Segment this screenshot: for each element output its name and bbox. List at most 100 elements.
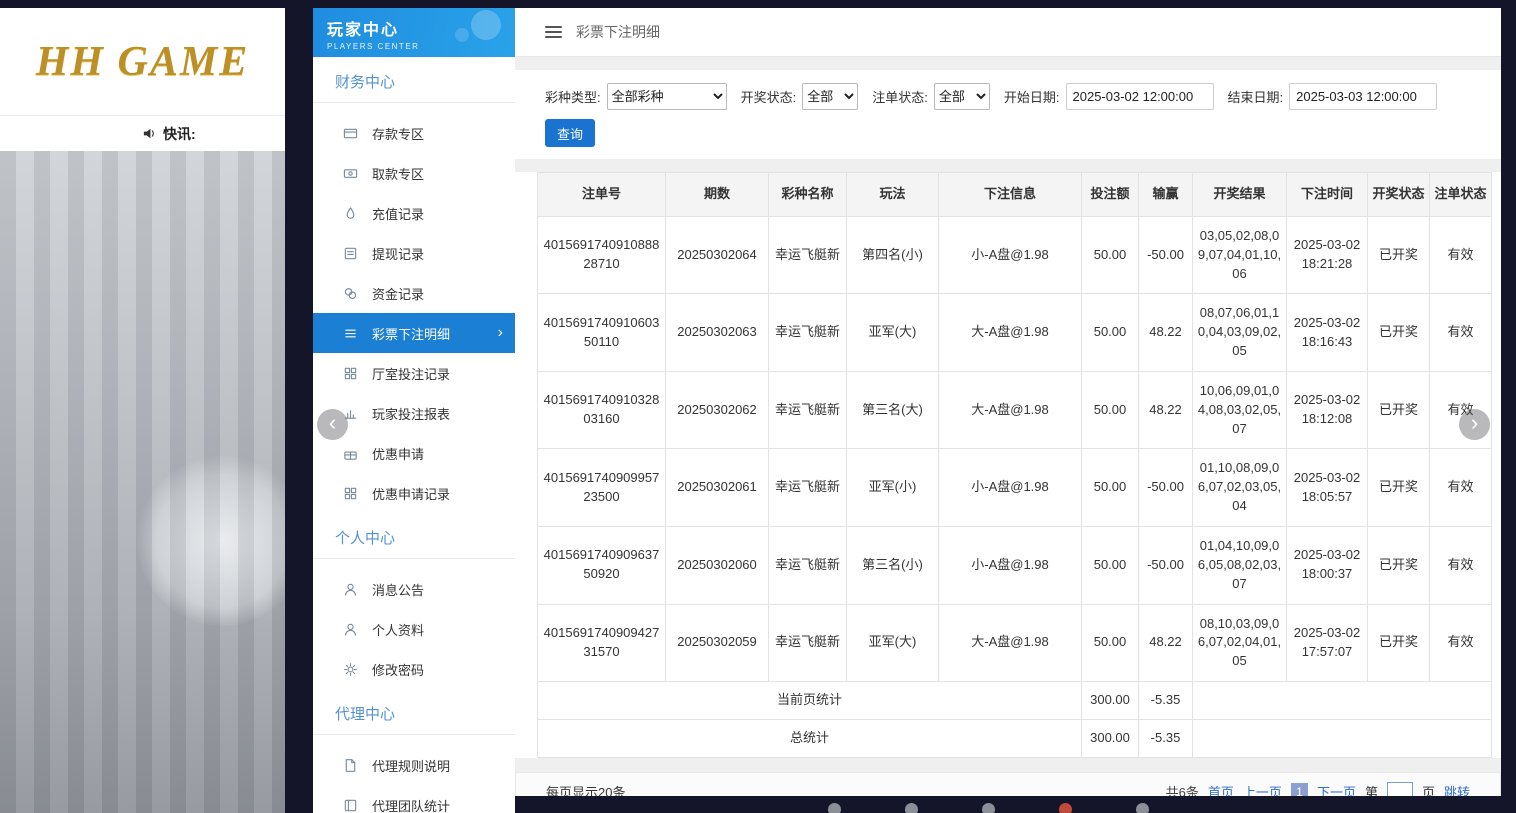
sidebar-item-promo-apply[interactable]: 优惠申请 xyxy=(313,433,515,473)
query-button[interactable]: 查询 xyxy=(545,119,595,147)
pager-controls: 共6条 首页 上一页 1 下一页 第 页 跳转 xyxy=(1166,782,1470,796)
jump-link[interactable]: 跳转 xyxy=(1444,782,1470,796)
sidebar-section-title: 代理中心 xyxy=(313,703,515,735)
page-title: 彩票下注明细 xyxy=(576,22,660,42)
table-row: 40156917409094273157020250302059幸运飞艇新亚军(… xyxy=(538,604,1492,682)
sidebar-item-agent-team-stats[interactable]: 代理团队统计 xyxy=(313,785,515,813)
sidebar-item-hall-bet-records[interactable]: 厅室投注记录 xyxy=(313,353,515,393)
cell-lottery-name: 幸运飞艇新 xyxy=(769,371,847,449)
sidebar-item-change-password[interactable]: 修改密码 xyxy=(313,649,515,689)
cell-win-loss: 48.22 xyxy=(1139,294,1193,372)
cell-draw-status: 已开奖 xyxy=(1368,604,1430,682)
footer-icon xyxy=(982,803,995,813)
banknote-icon xyxy=(343,166,358,181)
sidebar-item-withdraw-zone[interactable]: 取款专区 xyxy=(313,153,515,193)
column-header-bet-info: 下注信息 xyxy=(939,173,1082,217)
cell-play-type: 第三名(小) xyxy=(847,526,939,604)
table-body: 40156917409108882871020250302064幸运飞艇新第四名… xyxy=(538,216,1492,757)
table-row: 40156917409108882871020250302064幸运飞艇新第四名… xyxy=(538,216,1492,294)
end-date-input[interactable] xyxy=(1289,83,1437,110)
bet-table-card: 注单号期数彩种名称玩法下注信息投注额输赢开奖结果下注时间开奖状态注单状态 401… xyxy=(515,172,1501,758)
gift-icon xyxy=(343,446,358,461)
chevron-right-icon: › xyxy=(498,325,503,341)
cell-draw-result: 03,05,02,08,09,07,04,01,10,06 xyxy=(1193,216,1287,294)
end-date-label: 结束日期: xyxy=(1228,87,1284,106)
column-header-lottery-name: 彩种名称 xyxy=(769,173,847,217)
cell-bet-id: 401569174090942731570 xyxy=(538,604,666,682)
sidebar-item-label: 充值记录 xyxy=(372,204,424,223)
cell-win-loss: 48.22 xyxy=(1139,604,1193,682)
lottery-type-select[interactable]: 全部彩种 xyxy=(607,83,727,110)
sidebar-item-fund-records[interactable]: 资金记录 xyxy=(313,273,515,313)
gear-icon xyxy=(343,662,358,677)
column-header-period: 期数 xyxy=(666,173,769,217)
cell-bet-status: 有效 xyxy=(1430,449,1492,527)
summary-row: 当前页统计300.00-5.35 xyxy=(538,682,1492,720)
footer-icon xyxy=(828,803,841,813)
sidebar-item-label: 资金记录 xyxy=(372,284,424,303)
book-icon xyxy=(343,798,358,813)
sidebar-section-title: 个人中心 xyxy=(313,527,515,559)
cell-bet-time: 2025-03-02 18:12:08 xyxy=(1287,371,1368,449)
column-header-draw-status: 开奖状态 xyxy=(1368,173,1430,217)
page-jump-input[interactable] xyxy=(1387,782,1413,796)
sidebar-item-agent-rules[interactable]: 代理规则说明 xyxy=(313,745,515,785)
next-page-link[interactable]: 下一页 xyxy=(1317,782,1356,796)
sidebar-section-items: 消息公告个人资料修改密码 xyxy=(313,559,515,689)
cell-win-loss: -50.00 xyxy=(1139,216,1193,294)
cell-draw-result: 08,07,06,01,10,04,03,09,02,05 xyxy=(1193,294,1287,372)
summary-row: 总统计300.00-5.35 xyxy=(538,719,1492,757)
sidebar-item-promo-apply-records[interactable]: 优惠申请记录 xyxy=(313,473,515,513)
coins-icon xyxy=(343,286,358,301)
column-header-bet-time: 下注时间 xyxy=(1287,173,1368,217)
sidebar-item-profile[interactable]: 个人资料 xyxy=(313,609,515,649)
grid-icon xyxy=(343,366,358,381)
cell-bet-time: 2025-03-02 17:57:07 xyxy=(1287,604,1368,682)
sidebar-item-messages[interactable]: 消息公告 xyxy=(313,569,515,609)
carousel-next-button[interactable] xyxy=(1459,409,1490,440)
draw-status-select[interactable]: 全部 xyxy=(802,83,858,110)
sidebar-item-label: 修改密码 xyxy=(372,660,424,679)
column-header-win-loss: 输赢 xyxy=(1139,173,1193,217)
prev-page-link[interactable]: 上一页 xyxy=(1243,782,1282,796)
end-date-filter: 结束日期: xyxy=(1228,83,1438,110)
sidebar-item-label: 存款专区 xyxy=(372,124,424,143)
sidebar-item-label: 消息公告 xyxy=(372,580,424,599)
speaker-icon xyxy=(142,126,157,141)
start-date-input[interactable] xyxy=(1066,83,1214,110)
per-page-text: 每页显示20条 xyxy=(546,782,625,796)
sidebar-item-recharge-records[interactable]: 充值记录 xyxy=(313,193,515,233)
sidebar-item-deposit-zone[interactable]: 存款专区 xyxy=(313,113,515,153)
sidebar-menu: 财务中心存款专区取款专区充值记录提现记录资金记录彩票下注明细›厅室投注记录玩家投… xyxy=(313,71,515,813)
summary-label: 当前页统计 xyxy=(538,682,1082,720)
column-header-draw-result: 开奖结果 xyxy=(1193,173,1287,217)
cell-bet-info: 小-A盘@1.98 xyxy=(939,216,1082,294)
bet-status-select[interactable]: 全部 xyxy=(934,83,990,110)
bubble-decoration xyxy=(471,10,501,40)
main-content: 彩票下注明细 彩种类型: 全部彩种 开奖状态: 全部 注单状态: xyxy=(515,8,1501,796)
bet-table: 注单号期数彩种名称玩法下注信息投注额输赢开奖结果下注时间开奖状态注单状态 401… xyxy=(537,172,1492,758)
sidebar-item-label: 优惠申请 xyxy=(372,444,424,463)
table-row: 40156917409099572350020250302061幸运飞艇新亚军(… xyxy=(538,449,1492,527)
sidebar-item-lottery-bet-details[interactable]: 彩票下注明细› xyxy=(313,313,515,353)
current-page[interactable]: 1 xyxy=(1291,783,1308,796)
cell-bet-time: 2025-03-02 18:00:37 xyxy=(1287,526,1368,604)
footer-icon xyxy=(1136,803,1149,813)
page-suffix: 页 xyxy=(1422,782,1435,796)
announcement-icon xyxy=(343,582,358,597)
table-row: 40156917409103280316020250302062幸运飞艇新第三名… xyxy=(538,371,1492,449)
carousel-prev-button[interactable] xyxy=(317,409,348,440)
menu-toggle-icon[interactable] xyxy=(545,26,562,38)
bank-card-icon xyxy=(343,126,358,141)
cell-bet-status: 有效 xyxy=(1430,604,1492,682)
sidebar-item-withdraw-records[interactable]: 提现记录 xyxy=(313,233,515,273)
first-page-link[interactable]: 首页 xyxy=(1208,782,1234,796)
column-header-bet-status: 注单状态 xyxy=(1430,173,1492,217)
cell-bet-time: 2025-03-02 18:21:28 xyxy=(1287,216,1368,294)
cell-bet-amount: 50.00 xyxy=(1082,294,1139,372)
summary-win-loss: -5.35 xyxy=(1139,682,1193,720)
sidebar-item-label: 个人资料 xyxy=(372,620,424,639)
cell-bet-info: 大-A盘@1.98 xyxy=(939,604,1082,682)
summary-empty xyxy=(1193,719,1492,757)
sidebar-item-label: 代理团队统计 xyxy=(372,796,450,813)
